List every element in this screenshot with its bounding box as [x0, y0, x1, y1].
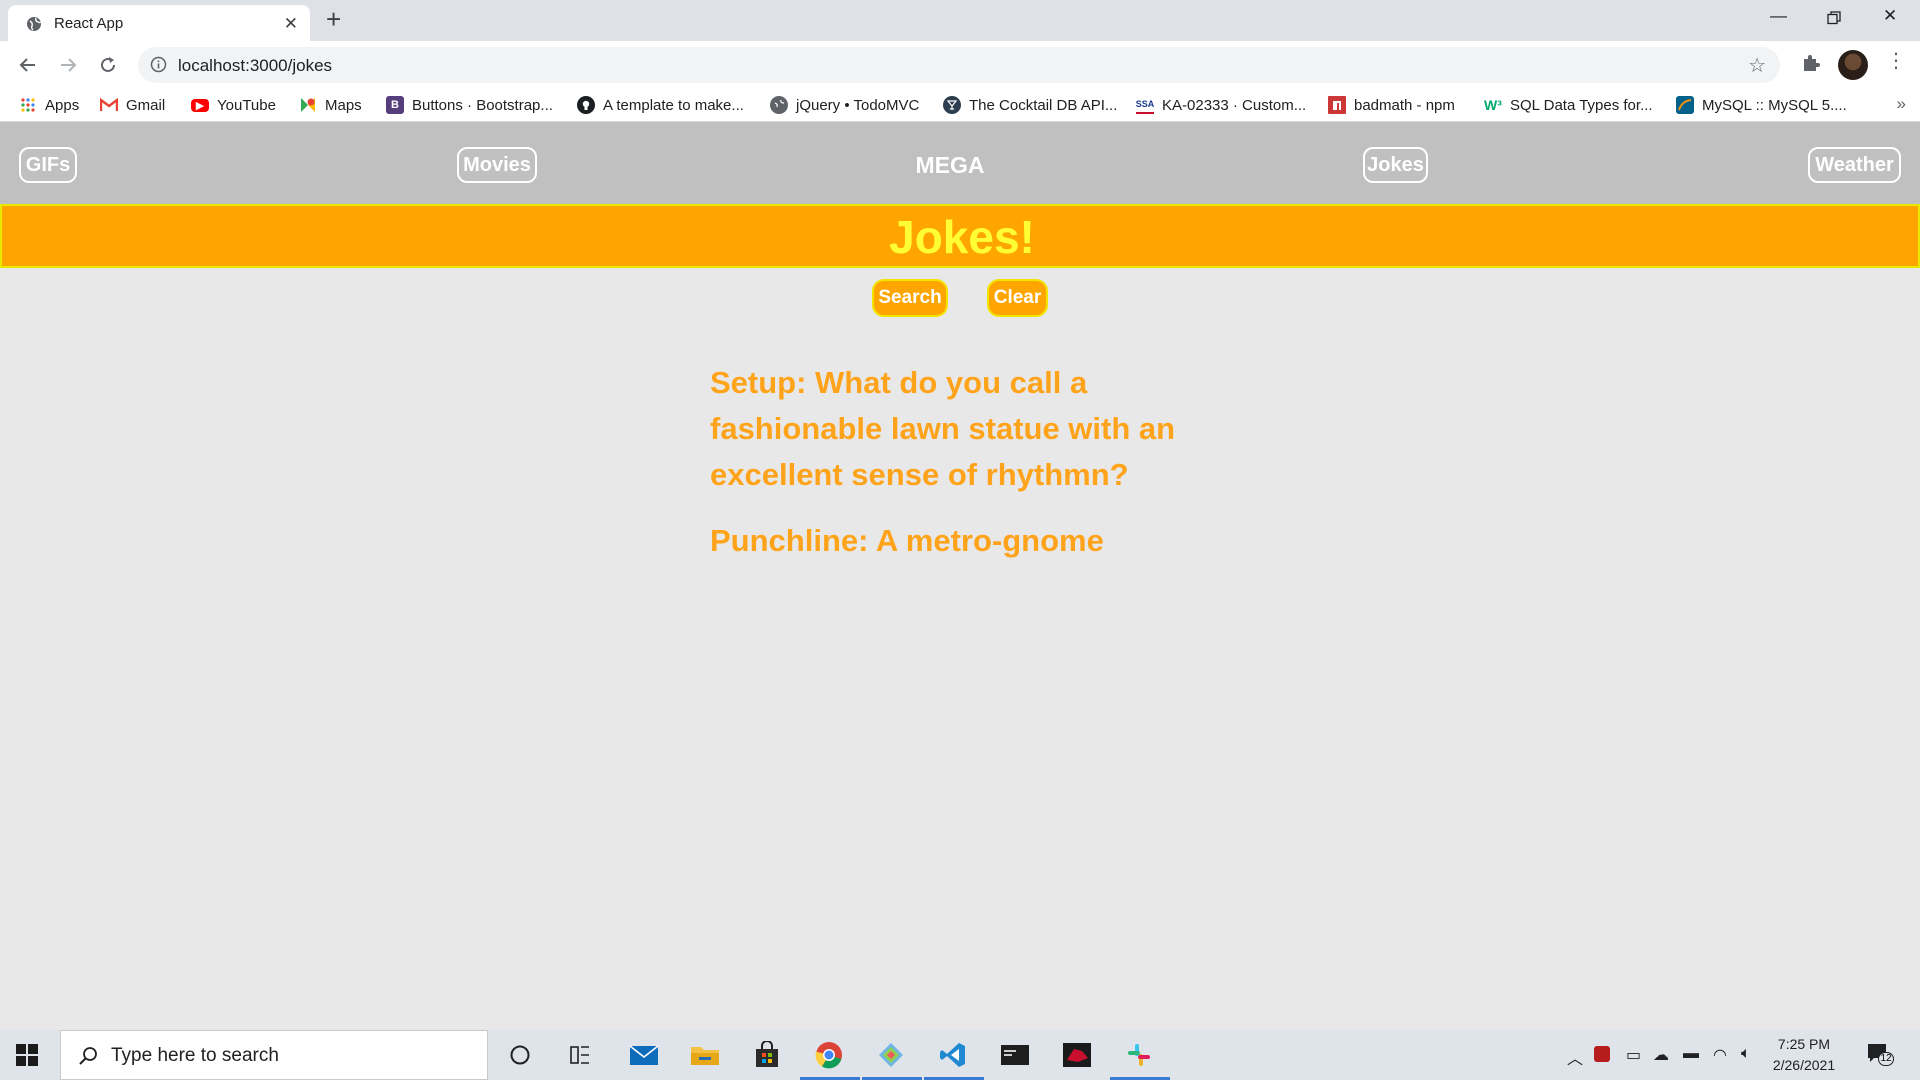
more-bookmarks-button[interactable]: » [1897, 94, 1906, 114]
bookmark-ssa[interactable]: SSA KA-02333 · Custom... [1136, 95, 1306, 115]
nav-weather-button[interactable]: Weather [1808, 147, 1901, 183]
windows-start-icon[interactable] [16, 1044, 38, 1066]
npm-icon [1328, 96, 1346, 114]
nav-jokes-button[interactable]: Jokes [1363, 147, 1428, 183]
volume-icon[interactable]: 🔈︎ [1741, 1045, 1751, 1063]
search-placeholder: Type here to search [111, 1045, 279, 1066]
bookmark-label: jQuery • TodoMVC [796, 96, 920, 114]
bookmark-label: Apps [45, 96, 80, 114]
browser-tabstrip: React App ✕ + — ✕ [0, 0, 1920, 41]
arrow-right-icon [61, 58, 77, 72]
game-app-icon[interactable] [1060, 1039, 1094, 1071]
jokes-banner: Jokes! [0, 204, 1920, 268]
bookmark-cocktaildb[interactable]: The Cocktail DB API... [943, 95, 1117, 115]
notification-count-badge: 12 [1878, 1052, 1894, 1066]
youtube-icon: ▶ [191, 98, 209, 112]
tab-title: React App [54, 15, 124, 32]
meet-now-icon[interactable]: ▭ [1626, 1045, 1641, 1065]
bookmarks-bar: Apps Gmail ▶ YouTube Maps B Buttons · Bo… [0, 88, 1920, 122]
app-navbar: GIFs Movies MEGA Jokes Weather [0, 122, 1920, 204]
bookmark-label: The Cocktail DB API... [969, 96, 1118, 114]
mail-icon[interactable] [627, 1039, 661, 1071]
mysql-shell-icon[interactable] [998, 1039, 1032, 1071]
bookmark-label: YouTube [217, 96, 276, 114]
bookmark-label: MySQL :: MySQL 5.... [1702, 96, 1847, 114]
chrome-icon[interactable] [812, 1039, 846, 1071]
search-button[interactable]: Search [872, 279, 948, 317]
profile-avatar[interactable] [1838, 50, 1868, 80]
slack-icon[interactable] [1122, 1039, 1156, 1071]
wifi-icon[interactable]: ◠ [1713, 1045, 1727, 1065]
store-icon[interactable] [750, 1039, 784, 1071]
gmail-icon [100, 96, 118, 114]
onedrive-icon[interactable]: ☁ [1653, 1045, 1669, 1065]
clear-button[interactable]: Clear [987, 279, 1048, 317]
windows-taskbar: Type here to search ︿ ▭ ☁ ▬ ◠ 🔈︎ 7:25 PM… [0, 1030, 1920, 1080]
bookmark-w3schools[interactable]: W³ SQL Data Types for... [1484, 95, 1653, 115]
taskbar-search-input[interactable]: Type here to search [60, 1030, 488, 1080]
github-icon [577, 96, 595, 114]
new-tab-button[interactable]: + [326, 6, 341, 32]
close-window-icon[interactable]: ✕ [1883, 6, 1897, 26]
task-view-icon[interactable] [563, 1039, 597, 1071]
brand-title: MEGA [915, 152, 985, 178]
bookmark-label: SQL Data Types for... [1510, 96, 1653, 114]
ssa-icon: SSA [1136, 96, 1154, 114]
bookmark-label: Maps [325, 96, 362, 114]
address-bar[interactable]: localhost:3000/jokes ☆ [138, 47, 1780, 83]
bookmark-label: Gmail [126, 96, 166, 114]
info-icon[interactable] [150, 56, 167, 73]
bookmark-npm[interactable]: badmath - npm [1328, 95, 1455, 115]
search-icon [79, 1047, 97, 1065]
mysql-icon [1676, 96, 1694, 114]
bookmark-label: KA-02333 · Custom... [1162, 96, 1307, 114]
page-title: Jokes! [889, 211, 1035, 263]
reload-icon [101, 57, 115, 72]
bookmark-todomvc[interactable]: jQuery • TodoMVC [770, 95, 919, 115]
battery-icon[interactable]: ▬ [1683, 1045, 1699, 1063]
clock-date: 2/26/2021 [1772, 1057, 1836, 1073]
browser-tab[interactable]: React App ✕ [8, 5, 310, 41]
globe-icon [770, 96, 788, 114]
maps-icon [299, 96, 317, 114]
bookmark-maps[interactable]: Maps [299, 95, 362, 115]
tray-app-icon[interactable] [1594, 1046, 1610, 1062]
bookmark-youtube[interactable]: ▶ YouTube [191, 95, 276, 115]
reload-button[interactable] [94, 51, 122, 79]
gitkraken-icon[interactable] [874, 1039, 908, 1071]
forward-button[interactable] [54, 51, 82, 79]
vscode-icon[interactable] [936, 1039, 970, 1071]
bookmark-mysql[interactable]: MySQL :: MySQL 5.... [1676, 95, 1847, 115]
taskbar-clock[interactable]: 7:25 PM 2/26/2021 [1766, 1034, 1842, 1076]
bookmark-apps[interactable]: Apps [19, 95, 79, 115]
bootstrap-icon: B [386, 96, 404, 114]
globe-icon [27, 17, 42, 31]
restore-icon[interactable] [1827, 11, 1841, 25]
clock-time: 7:25 PM [1777, 1036, 1831, 1052]
w3schools-icon: W³ [1484, 97, 1502, 113]
bookmark-label: Buttons · Bootstrap... [412, 96, 553, 114]
file-explorer-icon[interactable] [688, 1039, 722, 1071]
joke-setup: Setup: What do you call a fashionable la… [710, 365, 1176, 492]
bookmark-github-template[interactable]: A template to make... [577, 95, 744, 115]
cocktaildb-icon [943, 96, 961, 114]
chrome-menu-icon[interactable]: ⋮ [1886, 51, 1906, 71]
cortana-icon[interactable] [503, 1039, 537, 1071]
minimize-icon[interactable]: — [1770, 6, 1787, 26]
browser-toolbar: localhost:3000/jokes ☆ ⋮ [0, 41, 1920, 88]
bookmark-gmail[interactable]: Gmail [100, 95, 165, 115]
bookmark-label: A template to make... [603, 96, 744, 114]
action-center-button[interactable]: 12 [1866, 1042, 1894, 1066]
bookmark-star-icon[interactable]: ☆ [1748, 53, 1766, 78]
show-hidden-icons-chevron-icon[interactable]: ︿ [1567, 1045, 1583, 1069]
arrow-left-icon [19, 58, 35, 72]
url-text: localhost:3000/jokes [178, 56, 333, 75]
apps-grid-icon [19, 96, 37, 114]
joke-punchline: Punchline: A metro-gnome [710, 523, 1104, 558]
bookmark-label: badmath - npm [1354, 96, 1455, 114]
close-tab-icon[interactable]: ✕ [284, 14, 298, 34]
bookmark-bootstrap[interactable]: B Buttons · Bootstrap... [386, 95, 553, 115]
back-button[interactable] [14, 51, 42, 79]
extensions-puzzle-icon[interactable] [1800, 52, 1822, 74]
